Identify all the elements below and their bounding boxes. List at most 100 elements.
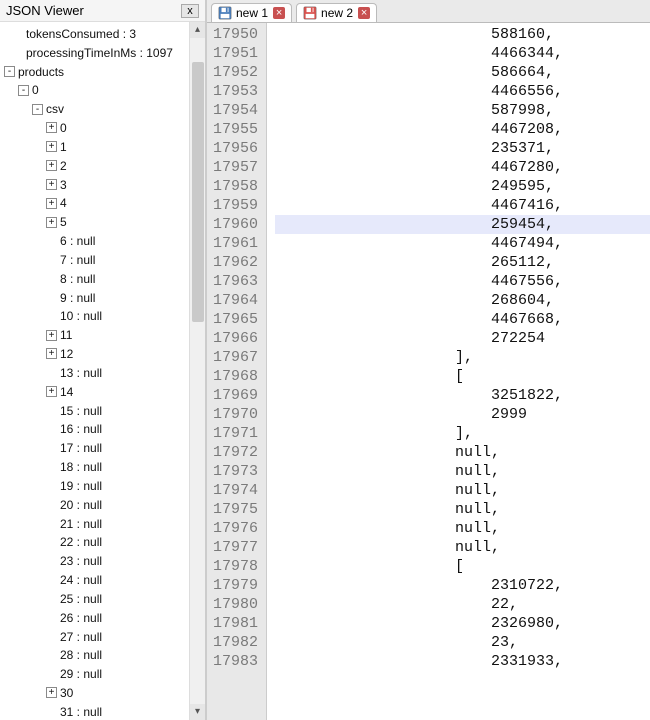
code-line[interactable]: 3251822, [275,386,650,405]
tree-node-csv-item[interactable]: 25 : null [4,589,205,608]
code-line[interactable]: null, [275,500,650,519]
expand-icon[interactable]: + [46,122,57,133]
code-line[interactable]: 4467556, [275,272,650,291]
expand-icon[interactable]: + [46,160,57,171]
tree-node-csv-item[interactable]: 16 : null [4,419,205,438]
tree-node-csv-item[interactable]: 6 : null [4,231,205,250]
code-line[interactable]: 2331933, [275,652,650,671]
tree-node-csv-item[interactable]: +3 [4,175,205,194]
code-line[interactable]: 587998, [275,101,650,120]
expand-icon[interactable]: + [46,330,57,341]
code-line[interactable]: 22, [275,595,650,614]
tree-node-csv-item[interactable]: 24 : null [4,570,205,589]
tree-node-csv[interactable]: -csv [4,99,205,118]
code-line[interactable]: 4467668, [275,310,650,329]
expand-icon[interactable]: + [46,198,57,209]
tree-node-csv-item[interactable]: +30 [4,683,205,702]
code-line[interactable]: [ [275,557,650,576]
tree-node-tokensconsumed[interactable]: tokensConsumed : 3 [4,24,205,43]
tree-node-products-0[interactable]: -0 [4,80,205,99]
tree-node-csv-item[interactable]: +2 [4,156,205,175]
code-line[interactable]: null, [275,481,650,500]
code-line[interactable]: null, [275,443,650,462]
code-line[interactable]: 268604, [275,291,650,310]
expand-icon[interactable]: + [46,141,57,152]
code-line[interactable]: 588160, [275,25,650,44]
tree-node-csv-item[interactable]: 9 : null [4,288,205,307]
tree-node-csv-item[interactable]: 29 : null [4,664,205,683]
code-line[interactable]: 4467416, [275,196,650,215]
tree-node-csv-item[interactable]: +5 [4,212,205,231]
code-line[interactable]: null, [275,462,650,481]
tree-node-csv-item[interactable]: 31 : null [4,702,205,720]
code-line[interactable]: 2999 [275,405,650,424]
code-line[interactable]: ], [275,348,650,367]
collapse-icon[interactable]: - [18,85,29,96]
code-line[interactable]: 4466344, [275,44,650,63]
tree-node-csv-item[interactable]: +1 [4,137,205,156]
tree-node-label: 14 [60,385,73,399]
code-line[interactable]: 4467280, [275,158,650,177]
tree-node-csv-item[interactable]: 13 : null [4,363,205,382]
tree-node-csv-item[interactable]: 26 : null [4,608,205,627]
code-line[interactable]: ], [275,424,650,443]
disk-unsaved-icon [303,6,317,20]
code-area[interactable]: 588160, 4466344, 586664, 4466556, 587998… [267,23,650,720]
tree-node-csv-item[interactable]: 15 : null [4,401,205,420]
tree-node-csv-item[interactable]: 7 : null [4,250,205,269]
tree-node-csv-item[interactable]: +14 [4,382,205,401]
tree-node-label: 12 [60,347,73,361]
tab-new-1[interactable]: new 1× [211,3,292,22]
collapse-icon[interactable]: - [32,104,43,115]
expand-icon[interactable]: + [46,386,57,397]
collapse-icon[interactable]: - [4,66,15,77]
tree-node-csv-item[interactable]: 19 : null [4,476,205,495]
tree-node-csv-item[interactable]: 20 : null [4,495,205,514]
tree-node-csv-item[interactable]: 8 : null [4,269,205,288]
tree-node-csv-item[interactable]: 22 : null [4,532,205,551]
tree-leaf-spacer [12,28,23,39]
code-line[interactable]: 4466556, [275,82,650,101]
tree-node-processingtime[interactable]: processingTimeInMs : 1097 [4,43,205,62]
expand-icon[interactable]: + [46,687,57,698]
tree-node-csv-item[interactable]: 21 : null [4,514,205,533]
code-line[interactable]: 4467494, [275,234,650,253]
code-line[interactable]: 272254 [275,329,650,348]
tree-node-csv-item[interactable]: 17 : null [4,438,205,457]
tree-node-csv-item[interactable]: 18 : null [4,457,205,476]
scroll-thumb[interactable] [192,62,204,322]
code-line[interactable]: null, [275,538,650,557]
code-line[interactable]: 2310722, [275,576,650,595]
code-line[interactable]: 265112, [275,253,650,272]
tab-close-button[interactable]: × [358,7,370,19]
tree-node-csv-item[interactable]: +12 [4,344,205,363]
tab-new-2[interactable]: new 2× [296,3,377,22]
tab-close-button[interactable]: × [273,7,285,19]
panel-close-button[interactable]: x [181,4,199,18]
tree-scroll-area[interactable]: tokensConsumed : 3processingTimeInMs : 1… [0,22,205,720]
code-line[interactable]: 4467208, [275,120,650,139]
code-editor[interactable]: 1795017951179521795317954179551795617957… [207,23,650,720]
expand-icon[interactable]: + [46,348,57,359]
tree-node-csv-item[interactable]: +4 [4,193,205,212]
tree-node-csv-item[interactable]: +0 [4,118,205,137]
tree-node-csv-item[interactable]: 10 : null [4,306,205,325]
expand-icon[interactable]: + [46,217,57,228]
scroll-up-icon[interactable]: ▴ [190,22,205,38]
tree-node-csv-item[interactable]: 28 : null [4,645,205,664]
tree-node-csv-item[interactable]: +11 [4,325,205,344]
scroll-down-icon[interactable]: ▾ [190,704,205,720]
code-line[interactable]: 235371, [275,139,650,158]
code-line[interactable]: 586664, [275,63,650,82]
code-line[interactable]: [ [275,367,650,386]
code-line[interactable]: 259454, [275,215,650,234]
code-line[interactable]: null, [275,519,650,538]
tree-scrollbar[interactable]: ▴ ▾ [189,22,205,720]
tree-node-csv-item[interactable]: 27 : null [4,627,205,646]
expand-icon[interactable]: + [46,179,57,190]
code-line[interactable]: 23, [275,633,650,652]
tree-node-products[interactable]: -products [4,62,205,81]
tree-node-csv-item[interactable]: 23 : null [4,551,205,570]
code-line[interactable]: 2326980, [275,614,650,633]
code-line[interactable]: 249595, [275,177,650,196]
